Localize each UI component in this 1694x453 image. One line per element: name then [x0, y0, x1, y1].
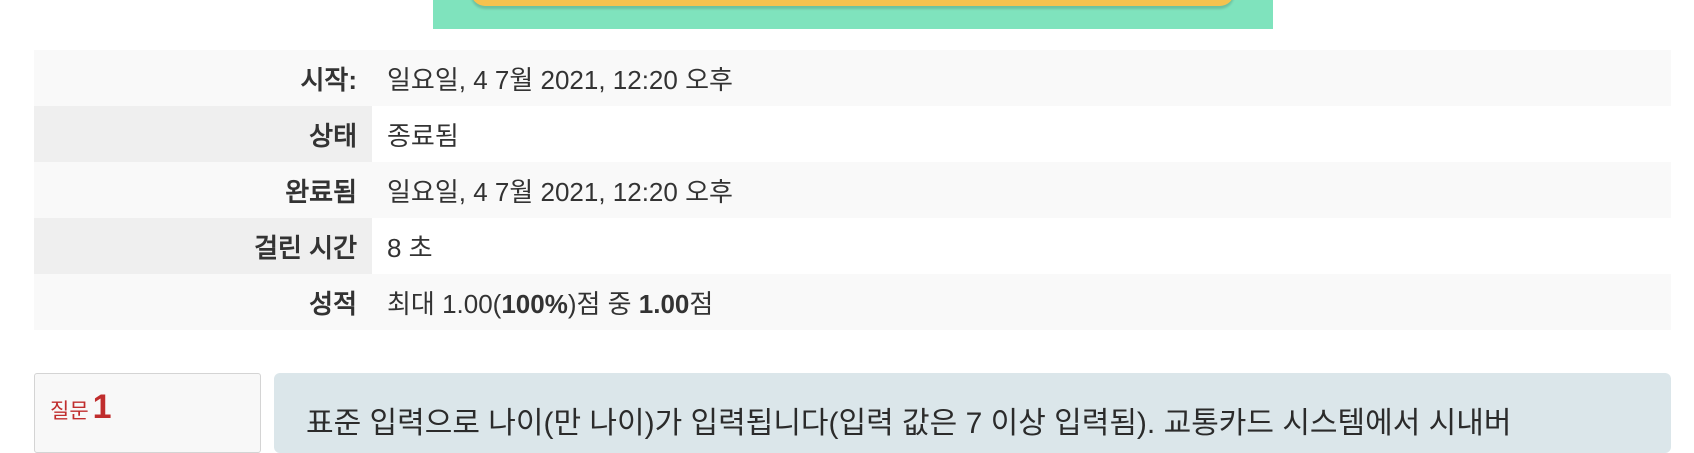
summary-row-state: 상태 종료됨 [34, 106, 1671, 162]
grade-suffix: 점 [689, 288, 714, 319]
grade-prefix: 최대 1.00( [387, 288, 502, 319]
summary-row-time-taken: 걸린 시간 8 초 [34, 218, 1671, 274]
question-text-box: 표준 입력으로 나이(만 나이)가 입력됩니다(입력 값은 7 이상 입력됨).… [274, 373, 1671, 453]
header-banner [433, 0, 1273, 29]
quiz-summary-table: 시작: 일요일, 4 7월 2021, 12:20 오후 상태 종료됨 완료됨 … [34, 50, 1671, 330]
question-number-value: 1 [92, 388, 112, 426]
banner-bar [471, 0, 1234, 6]
grade-label: 성적 [309, 288, 357, 319]
state-label: 상태 [34, 106, 372, 162]
started-label: 시작: [300, 64, 358, 95]
grade-mid: )점 중 [567, 288, 639, 319]
question-word: 질문 [50, 400, 89, 423]
summary-row-grade: 성적 최대 1.00(100%)점 중 1.00점 [34, 274, 1671, 330]
completed-label: 완료됨 [285, 176, 357, 207]
state-value: 종료됨 [372, 106, 1671, 162]
grade-score: 1.00 [638, 288, 690, 319]
completed-value: 일요일, 4 7월 2021, 12:20 오후 [387, 176, 733, 207]
question-text: 표준 입력으로 나이(만 나이)가 입력됩니다(입력 값은 7 이상 입력됨).… [306, 407, 1512, 440]
time-taken-label: 걸린 시간 [34, 218, 372, 274]
question-number: 질문 1 [50, 388, 112, 427]
grade-percent: 100% [501, 288, 568, 319]
summary-row-started: 시작: 일요일, 4 7월 2021, 12:20 오후 [34, 50, 1671, 106]
started-value: 일요일, 4 7월 2021, 12:20 오후 [387, 64, 733, 95]
grade-value: 최대 1.00(100%)점 중 1.00점 [372, 274, 1671, 330]
time-taken-value: 8 초 [372, 218, 1671, 274]
question-info-box: 질문 1 [34, 373, 261, 453]
summary-row-completed: 완료됨 일요일, 4 7월 2021, 12:20 오후 [34, 162, 1671, 218]
